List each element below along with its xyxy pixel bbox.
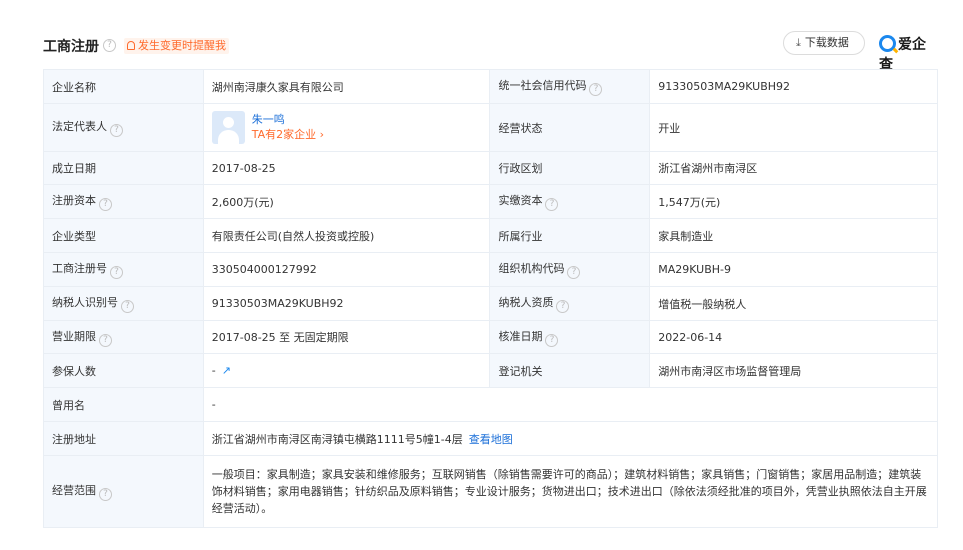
value-credit-code: 91330503MA29KUBH92 — [649, 69, 938, 104]
download-icon: ⤓ — [796, 37, 801, 49]
value-status: 开业 — [649, 103, 938, 152]
value-reg-capital: 2,600万(元) — [202, 184, 491, 219]
value-found-date: 2017-08-25 — [202, 151, 491, 185]
download-label: 下载数据 — [804, 37, 849, 49]
value-taxpayer-id: 91330503MA29KUBH92 — [202, 286, 491, 321]
table-row: 营业期限? 2017-08-25 至 无固定期限 核准日期? 2022-06-1… — [43, 320, 938, 354]
registration-table: 企业名称 湖州南浔康久家具有限公司 统一社会信用代码? 91330503MA29… — [43, 69, 939, 528]
value-approval-date: 2022-06-14 — [649, 320, 938, 354]
label-paid-capital: 实缴资本? — [489, 184, 651, 219]
value-former-name: - — [202, 387, 939, 422]
table-row: 纳税人识别号? 91330503MA29KUBH92 纳税人资质? 增值税一般纳… — [43, 286, 938, 321]
help-icon[interactable]: ? — [589, 83, 603, 96]
help-icon[interactable]: ? — [121, 300, 134, 313]
value-scope: 一般项目：家具制造；家具安装和维修服务；互联网销售（除销售需要许可的商品）；建筑… — [202, 455, 939, 528]
value-industry: 家具制造业 — [649, 218, 938, 253]
table-row: 工商注册号? 330504000127992 组织机构代码? MA29KUBH-… — [43, 252, 938, 287]
help-icon[interactable]: ? — [110, 266, 123, 279]
value-legal-rep: 朱一鸣 TA有2家企业 › — [202, 103, 491, 152]
table-row: 经营范围? 一般项目：家具制造；家具安装和维修服务；互联网销售（除销售需要许可的… — [43, 455, 939, 528]
value-authority: 湖州市南浔区市场监督管理局 — [649, 353, 938, 388]
help-icon[interactable]: ? — [99, 488, 112, 501]
label-approval-date: 核准日期? — [489, 320, 651, 354]
value-company-name: 湖州南浔康久家具有限公司 — [202, 69, 491, 104]
brand-logo[interactable]: 爱企查 — [879, 34, 938, 73]
help-icon[interactable]: ? — [99, 198, 112, 211]
person-avatar — [211, 111, 245, 144]
label-legal-rep: 法定代表人? — [43, 103, 204, 152]
table-row: 曾用名 - — [43, 387, 939, 422]
value-reg-number: 330504000127992 — [202, 252, 491, 287]
legal-rep-companies-link[interactable]: TA有2家企业 › — [252, 127, 324, 143]
label-credit-code: 统一社会信用代码? — [489, 69, 651, 104]
table-row: 注册资本? 2,600万(元) 实缴资本? 1,547万(元) — [43, 184, 938, 219]
label-reg-capital: 注册资本? — [43, 184, 204, 219]
label-former-name: 曾用名 — [43, 387, 204, 422]
label-taxpayer-id: 纳税人识别号? — [43, 286, 204, 321]
table-row: 注册地址 浙江省湖州市南浔区南浔镇屯横路1111号5幢1-4层 查看地图 — [43, 421, 939, 456]
value-business-term: 2017-08-25 至 无固定期限 — [202, 320, 491, 354]
table-row: 法定代表人? 朱一鸣 TA有2家企业 › 经营状态 开业 — [43, 103, 938, 152]
value-insured: - ↗ — [202, 353, 491, 388]
table-row: 参保人数 - ↗ 登记机关 湖州市南浔区市场监督管理局 — [43, 353, 938, 388]
value-paid-capital: 1,547万(元) — [649, 184, 938, 219]
value-taxpayer-qual: 增值税一般纳税人 — [649, 286, 938, 321]
view-map-link[interactable]: 查看地图 — [469, 433, 513, 446]
label-status: 经营状态 — [489, 103, 651, 152]
label-scope: 经营范围? — [43, 455, 204, 528]
label-company-type: 企业类型 — [43, 218, 204, 253]
help-icon[interactable]: ? — [545, 198, 559, 211]
label-industry: 所属行业 — [489, 218, 651, 253]
help-icon[interactable]: ? — [99, 333, 112, 347]
section-header: 工商注册 ? 发生变更时提醒我 ⤓ 下载数据 爱企查 — [43, 30, 938, 73]
value-region: 浙江省湖州市南浔区 — [649, 151, 938, 185]
label-org-code: 组织机构代码? — [489, 252, 651, 287]
help-icon[interactable]: ? — [567, 266, 581, 279]
change-alert-label: 发生变更时提醒我 — [138, 39, 226, 52]
download-data-button[interactable]: ⤓ 下载数据 — [783, 31, 865, 55]
table-row: 企业名称 湖州南浔康久家具有限公司 统一社会信用代码? 91330503MA29… — [43, 69, 938, 104]
label-insured: 参保人数 — [43, 353, 204, 388]
bell-icon — [127, 41, 135, 50]
label-region: 行政区划 — [489, 151, 651, 185]
label-taxpayer-qual: 纳税人资质? — [489, 286, 651, 321]
help-icon[interactable]: ? — [103, 39, 116, 52]
value-company-type: 有限责任公司(自然人投资或控股) — [202, 218, 491, 253]
help-icon[interactable]: ? — [556, 300, 570, 313]
label-reg-number: 工商注册号? — [43, 252, 204, 287]
table-row: 企业类型 有限责任公司(自然人投资或控股) 所属行业 家具制造业 — [43, 218, 938, 253]
legal-rep-name-link[interactable]: 朱一鸣 — [252, 112, 324, 127]
label-address: 注册地址 — [43, 421, 204, 456]
aiqicha-logo-icon — [879, 35, 896, 52]
label-business-term: 营业期限? — [43, 320, 204, 354]
label-company-name: 企业名称 — [43, 69, 204, 104]
section-title: 工商注册 — [43, 39, 99, 55]
value-address: 浙江省湖州市南浔区南浔镇屯横路1111号5幢1-4层 查看地图 — [202, 421, 939, 456]
trend-chart-icon[interactable]: ↗ — [222, 364, 231, 377]
table-row: 成立日期 2017-08-25 行政区划 浙江省湖州市南浔区 — [43, 151, 938, 185]
value-org-code: MA29KUBH-9 — [649, 252, 938, 287]
help-icon[interactable]: ? — [110, 124, 123, 137]
label-authority: 登记机关 — [489, 353, 651, 388]
change-alert-button[interactable]: 发生变更时提醒我 — [124, 38, 229, 54]
label-found-date: 成立日期 — [43, 151, 204, 185]
help-icon[interactable]: ? — [545, 333, 559, 347]
